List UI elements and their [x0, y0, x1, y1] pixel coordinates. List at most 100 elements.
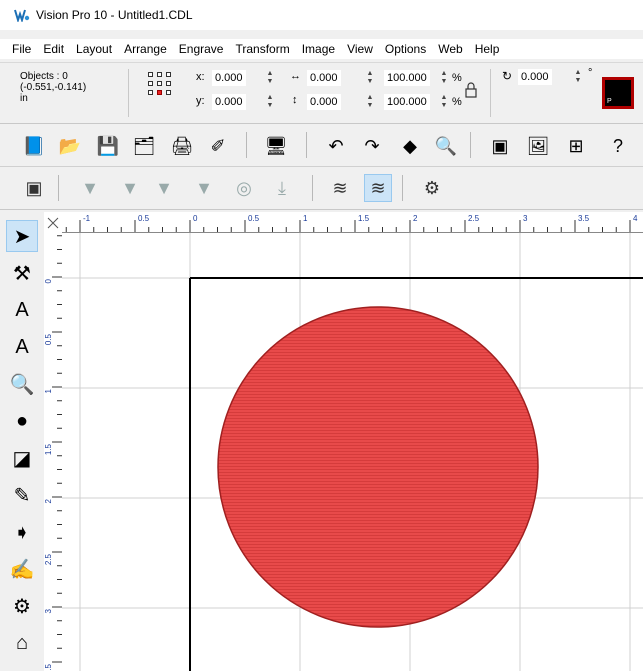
y-spinner[interactable]: ▲ ▼ — [266, 94, 274, 110]
print-icon[interactable]: 🖨 — [168, 132, 196, 160]
tool-d-icon[interactable]: ▼ — [190, 174, 218, 202]
help-icon[interactable]: ? — [604, 132, 632, 160]
divider — [128, 69, 129, 117]
ruler-label: 0 — [193, 214, 198, 223]
ref-point[interactable] — [148, 72, 153, 77]
vertical-ruler[interactable]: 0 0.5 1 1.5 2 2.5 3 3.5 — [44, 232, 63, 671]
image-icon[interactable]: 🖼 — [524, 132, 552, 160]
ruler-origin-icon — [47, 217, 59, 229]
pen-tool-icon[interactable]: ✎ — [6, 479, 38, 511]
arrow-tool-icon[interactable]: ➧ — [6, 516, 38, 548]
rotation-input[interactable]: 0.000 — [518, 69, 552, 85]
text-tool-icon[interactable]: A — [6, 331, 38, 363]
more-tool-icon[interactable]: ⌂ — [6, 627, 38, 659]
nav-icon[interactable]: ◆ — [396, 132, 424, 160]
layer-active-icon[interactable]: ≋ — [364, 174, 392, 202]
tool-b-icon[interactable]: ▼ — [116, 174, 144, 202]
import-icon[interactable]: 🗂 — [130, 132, 158, 160]
lock-ratio-icon[interactable] — [464, 81, 478, 99]
scale-x-spinner[interactable]: ▲ ▼ — [440, 70, 448, 86]
objects-count: Objects : 0 — [20, 71, 68, 82]
ref-point-selected[interactable] — [157, 90, 162, 95]
brush-tool-icon[interactable]: ✍ — [6, 553, 38, 585]
open-folder-icon[interactable]: 📂 — [56, 132, 84, 160]
toolbar-separator — [306, 132, 307, 158]
pointer-tool-icon[interactable]: ➤ — [6, 220, 38, 252]
width-input[interactable]: 0.000 — [307, 70, 341, 86]
canvas-drawing[interactable] — [62, 233, 643, 671]
redo-icon[interactable]: ↷ — [358, 132, 386, 160]
horizontal-ruler[interactable]: -1 0.5 0 0.5 1 1.5 2 2.5 3 3.5 4 — [62, 212, 643, 233]
ruler-label: 0.5 — [138, 214, 150, 223]
ruler-label: 4 — [633, 214, 638, 223]
engrave-tool-icon[interactable]: ⚒ — [6, 257, 38, 289]
engrave-icon[interactable]: ✐ — [204, 132, 232, 160]
color-swatch-button[interactable]: P — [602, 77, 634, 109]
color-letter: P — [607, 98, 612, 105]
cut-icon[interactable]: ▣ — [486, 132, 514, 160]
cutter-tool-icon[interactable]: ⚙ — [6, 590, 38, 622]
toolbar-separator — [58, 175, 59, 201]
menu-help[interactable]: Help — [469, 42, 506, 56]
ref-point[interactable] — [166, 72, 171, 77]
ref-point[interactable] — [148, 90, 153, 95]
new-document-icon[interactable]: 📘 — [20, 132, 48, 160]
x-input[interactable]: 0.000 — [212, 70, 246, 86]
fill-tool-icon[interactable]: ◪ — [6, 442, 38, 474]
menu-transform[interactable]: Transform — [229, 42, 295, 56]
save-icon[interactable]: 💾 — [94, 132, 122, 160]
menu-image[interactable]: Image — [296, 42, 341, 56]
machine-icon[interactable]: ▣ — [20, 174, 48, 202]
menu-arrange[interactable]: Arrange — [118, 42, 173, 56]
menu-web[interactable]: Web — [432, 42, 468, 56]
output-icon[interactable]: 🖥 — [262, 132, 290, 160]
ruler-corner[interactable] — [44, 212, 63, 233]
tool-palette: ➤ ⚒ A A 🔍 ● ◪ ✎ ➧ ✍ ⚙ ⌂ — [0, 212, 45, 671]
engrave-tool-icon[interactable]: ⚙ — [418, 174, 446, 202]
x-spinner[interactable]: ▲ ▼ — [266, 70, 274, 86]
menu-layout[interactable]: Layout — [70, 42, 118, 56]
x-label: x: — [196, 71, 205, 83]
toolbar-separator — [402, 175, 403, 201]
cursor-coords: (-0.551,-0.141) — [20, 82, 87, 93]
layer-down-icon[interactable]: ≋ — [326, 174, 354, 202]
ruler-label: 2.5 — [468, 214, 480, 223]
ref-point[interactable] — [148, 81, 153, 86]
width-spinner[interactable]: ▲ ▼ — [366, 70, 374, 86]
menu-edit[interactable]: Edit — [37, 42, 70, 56]
drawing-canvas[interactable] — [62, 233, 643, 671]
download-icon[interactable]: ⤓ — [268, 174, 296, 202]
height-spinner[interactable]: ▲ ▼ — [366, 94, 374, 110]
ref-point[interactable] — [166, 90, 171, 95]
scale-y-input[interactable]: 100.000 — [384, 94, 430, 110]
node-edit-icon[interactable]: A — [6, 294, 38, 326]
ruler-label: 0.5 — [248, 214, 260, 223]
tool-c-icon[interactable]: ▼ — [150, 174, 178, 202]
scale-y-spinner[interactable]: ▲ ▼ — [440, 94, 448, 110]
height-input[interactable]: 0.000 — [307, 94, 341, 110]
preview-icon[interactable]: 🔍 — [432, 132, 460, 160]
tool-a-icon[interactable]: ▼ — [76, 174, 104, 202]
units-label: in — [20, 93, 28, 104]
percent-label: % — [452, 96, 462, 108]
menu-options[interactable]: Options — [379, 42, 432, 56]
ruler-label: 3.5 — [578, 214, 590, 223]
shape-tool-icon[interactable]: ● — [6, 405, 38, 437]
ref-point[interactable] — [157, 72, 162, 77]
zoom-tool-icon[interactable]: 🔍 — [6, 368, 38, 400]
red-circle-object[interactable] — [217, 306, 539, 628]
scale-x-input[interactable]: 100.000 — [384, 70, 430, 86]
target-icon[interactable]: ◎ — [230, 174, 258, 202]
undo-icon[interactable]: ↶ — [322, 132, 350, 160]
reference-point-selector[interactable] — [148, 72, 178, 104]
ref-point[interactable] — [166, 81, 171, 86]
window-icon[interactable]: ⊞ — [562, 132, 590, 160]
ruler-label: 1.5 — [44, 443, 53, 455]
menu-engrave[interactable]: Engrave — [173, 42, 230, 56]
menu-file[interactable]: File — [0, 42, 37, 56]
menu-view[interactable]: View — [341, 42, 379, 56]
rotation-spinner[interactable]: ▲ ▼ — [574, 69, 582, 85]
ref-point[interactable] — [157, 81, 162, 86]
y-input[interactable]: 0.000 — [212, 94, 246, 110]
ruler-label: 3 — [44, 608, 53, 613]
